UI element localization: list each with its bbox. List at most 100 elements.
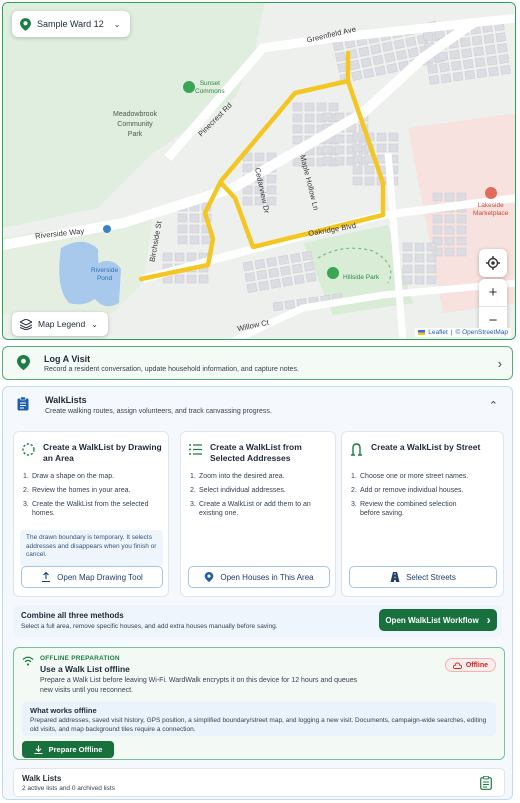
house-footprint [456,236,467,246]
house-footprint [473,46,484,57]
house-footprint [256,269,268,280]
house-footprint [304,102,315,112]
open-houses-in-area-button[interactable]: Open Houses in This Area [188,566,330,588]
house-footprint [280,265,291,276]
list-icon [189,444,202,455]
house-footprint [316,102,327,112]
house-footprint [402,275,413,285]
method-step: 3. Create a WalkList or add them to an ex… [190,501,311,517]
method-step: 3. Review the combined selection before s… [351,501,457,517]
house-footprint [352,165,363,175]
house-footprint [358,46,370,57]
download-icon [34,745,43,754]
house-footprint [414,253,425,263]
walk-lists-row[interactable]: Walk Lists 2 active lists and 0 archived… [13,768,505,797]
house-footprint [488,66,499,77]
house-footprint [376,143,387,153]
method-title: Create a WalkList by Drawing an Area [43,442,162,463]
house-footprint [246,282,258,293]
house-footprint [244,271,256,283]
offline-text: Prepare a Walk List before leaving Wi-Fi… [40,677,358,694]
cloud-icon [452,661,462,669]
house-footprint [351,70,363,81]
house-footprint [428,75,440,85]
house-footprint [303,261,315,272]
house-footprint [186,252,197,262]
route-icon [351,443,362,456]
house-footprint [422,31,434,42]
map-view[interactable]: Greenfield Ave Pinecrest Rd Riverside Wa… [2,2,516,340]
open-map-drawing-tool-button[interactable]: Open Map Drawing Tool [21,566,163,588]
walklists-header[interactable]: WalkLists Create walking routes, assign … [17,395,272,415]
house-footprint [381,41,394,52]
house-footprint [427,64,438,74]
house-footprint [456,225,467,235]
zoom-in-button[interactable]: + [479,279,507,306]
method-card-draw-area: Create a WalkList by Drawing an Area 1. D… [13,431,169,597]
house-footprint [266,256,278,268]
house-footprint [352,176,363,186]
method-step: 1. Draw a shape on the map. [23,473,115,480]
walklists-panel: WalkLists Create walking routes, assign … [2,386,513,800]
works-offline-box: What works offline Prepared addresses, s… [22,702,496,736]
map-legend-button[interactable]: Map Legend ⌄ [12,312,108,336]
house-footprint [266,174,277,184]
chevron-up-icon[interactable]: ⌃ [489,399,498,412]
walk-lists-subtitle: 2 active lists and 0 archived lists [22,785,115,792]
select-streets-button[interactable]: Select Streets [349,566,497,588]
house-footprint [405,36,417,47]
poi-label-meadowbrook: Meadowbrook Community Park [113,111,157,138]
method-title: Create a WalkList by Street [371,442,481,452]
house-footprint [201,235,212,245]
house-footprint [456,214,467,224]
log-visit-card[interactable]: Log A Visit Record a resident conversati… [2,346,513,380]
layers-icon [20,318,32,330]
house-footprint [464,70,476,80]
house-footprint [189,213,200,223]
house-footprint [186,274,197,284]
house-footprint [439,62,450,73]
house-footprint [284,299,296,310]
house-footprint [304,124,315,134]
house-footprint [402,253,413,263]
house-footprint [305,272,317,283]
house-footprint [352,143,363,153]
log-visit-subtitle: Record a resident conversation, update h… [44,365,299,373]
house-footprint [444,236,455,246]
log-visit-title: Log A Visit [44,353,91,364]
method-step: 2. Add or remove individual houses. [351,487,464,494]
prepare-offline-button[interactable]: Prepare Offline [22,741,114,758]
house-footprint [414,264,425,274]
offline-status-badge: Offline [444,658,496,672]
locate-me-button[interactable] [479,249,507,277]
open-walklist-workflow-button[interactable]: Open WalkList Workflow › [379,609,497,631]
house-footprint [301,250,313,261]
house-footprint [177,213,188,223]
method-step: 1. Choose one or more street names. [351,473,469,480]
crosshair-icon [486,256,500,270]
house-footprint [444,214,455,224]
works-offline-title: What works offline [30,706,97,715]
map-legend-label: Map Legend [38,319,86,329]
house-footprint [388,132,399,142]
house-footprint [414,242,425,252]
house-footprint [486,55,498,66]
house-footprint [322,112,333,122]
house-footprint [334,156,345,166]
map-pin-icon [20,17,31,31]
zoom-controls: + − [479,279,507,333]
house-footprint [292,113,303,123]
house-footprint [476,68,487,79]
offline-preparation-card: OFFLINE PREPARATION Use a Walk List offl… [13,647,505,760]
offline-title: Use a Walk List offline [40,664,130,674]
house-footprint [289,252,301,263]
osm-link[interactable]: © OpenStreetMap [456,329,508,336]
method-card-selected-addresses: Create a WalkList from Selected Addresse… [180,431,336,597]
leaflet-link[interactable]: Leaflet [428,329,448,336]
ward-selector[interactable]: Sample Ward 12 ⌄ [12,11,131,37]
method-step: 2. Review the homes in your area. [23,487,131,494]
house-footprint [498,54,510,64]
house-footprint [177,235,188,245]
house-footprint [374,65,386,76]
pointer-icon [42,572,51,582]
